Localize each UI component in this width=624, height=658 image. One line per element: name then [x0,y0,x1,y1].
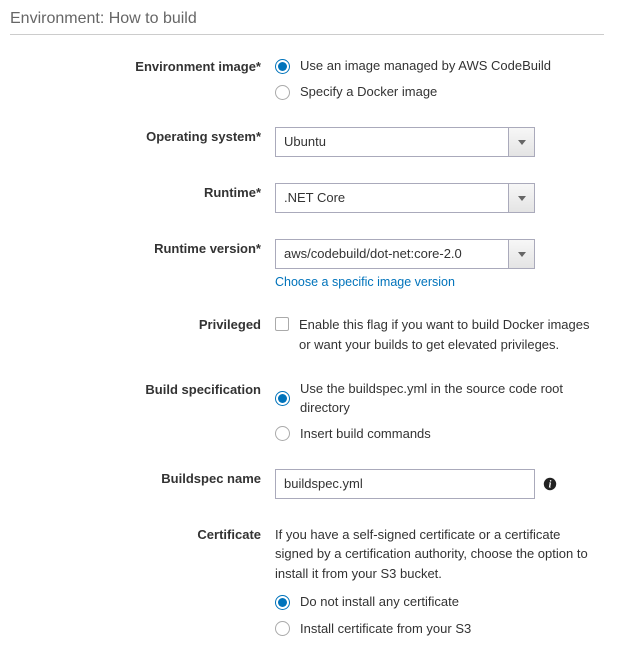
row-buildspec-name: Buildspec name i [10,469,604,499]
row-certificate: Certificate If you have a self-signed ce… [10,525,604,638]
radio-env-aws-managed[interactable]: Use an image managed by AWS CodeBuild [275,57,595,75]
radio-cert-none[interactable]: Do not install any certificate [275,593,595,611]
select-operating-system[interactable]: Ubuntu [275,127,535,157]
radio-buildspec-insert[interactable]: Insert build commands [275,425,595,443]
row-operating-system: Operating system* Ubuntu [10,127,604,157]
label-runtime-version: Runtime version* [10,239,275,256]
radio-label[interactable]: Specify a Docker image [300,83,437,101]
checkbox-privileged[interactable]: Enable this flag if you want to build Do… [275,315,595,354]
radio-label[interactable]: Use an image managed by AWS CodeBuild [300,57,551,75]
radio-env-docker[interactable]: Specify a Docker image [275,83,595,101]
label-buildspec-name: Buildspec name [10,469,275,486]
radio-icon[interactable] [275,391,290,406]
label-runtime: Runtime* [10,183,275,200]
label-privileged: Privileged [10,315,275,332]
chevron-down-icon[interactable] [508,184,534,212]
link-choose-image-version[interactable]: Choose a specific image version [275,275,455,289]
chevron-down-icon[interactable] [508,128,534,156]
radio-label[interactable]: Insert build commands [300,425,431,443]
radio-icon[interactable] [275,426,290,441]
svg-text:i: i [549,479,552,490]
radio-icon[interactable] [275,595,290,610]
radio-buildspec-file[interactable]: Use the buildspec.yml in the source code… [275,380,595,416]
select-runtime[interactable]: .NET Core [275,183,535,213]
row-runtime: Runtime* .NET Core [10,183,604,213]
label-environment-image: Environment image* [10,57,275,74]
info-icon[interactable]: i [543,477,557,491]
select-runtime-version[interactable]: aws/codebuild/dot-net:core-2.0 [275,239,535,269]
checkbox-label[interactable]: Enable this flag if you want to build Do… [299,315,595,354]
row-environment-image: Environment image* Use an image managed … [10,57,604,101]
select-value: aws/codebuild/dot-net:core-2.0 [276,240,508,268]
chevron-down-icon[interactable] [508,240,534,268]
radio-cert-s3[interactable]: Install certificate from your S3 [275,620,595,638]
radio-icon[interactable] [275,85,290,100]
radio-label[interactable]: Install certificate from your S3 [300,620,471,638]
input-buildspec-name[interactable] [275,469,535,499]
section-header: Environment: How to build [10,10,604,35]
checkbox-icon[interactable] [275,317,289,331]
row-build-specification: Build specification Use the buildspec.ym… [10,380,604,443]
label-build-specification: Build specification [10,380,275,397]
row-runtime-version: Runtime version* aws/codebuild/dot-net:c… [10,239,604,289]
label-certificate: Certificate [10,525,275,542]
row-privileged: Privileged Enable this flag if you want … [10,315,604,354]
select-value: Ubuntu [276,128,508,156]
radio-label[interactable]: Do not install any certificate [300,593,459,611]
label-operating-system: Operating system* [10,127,275,144]
certificate-help-text: If you have a self-signed certificate or… [275,525,595,584]
radio-icon[interactable] [275,59,290,74]
select-value: .NET Core [276,184,508,212]
radio-label[interactable]: Use the buildspec.yml in the source code… [300,380,595,416]
radio-icon[interactable] [275,621,290,636]
